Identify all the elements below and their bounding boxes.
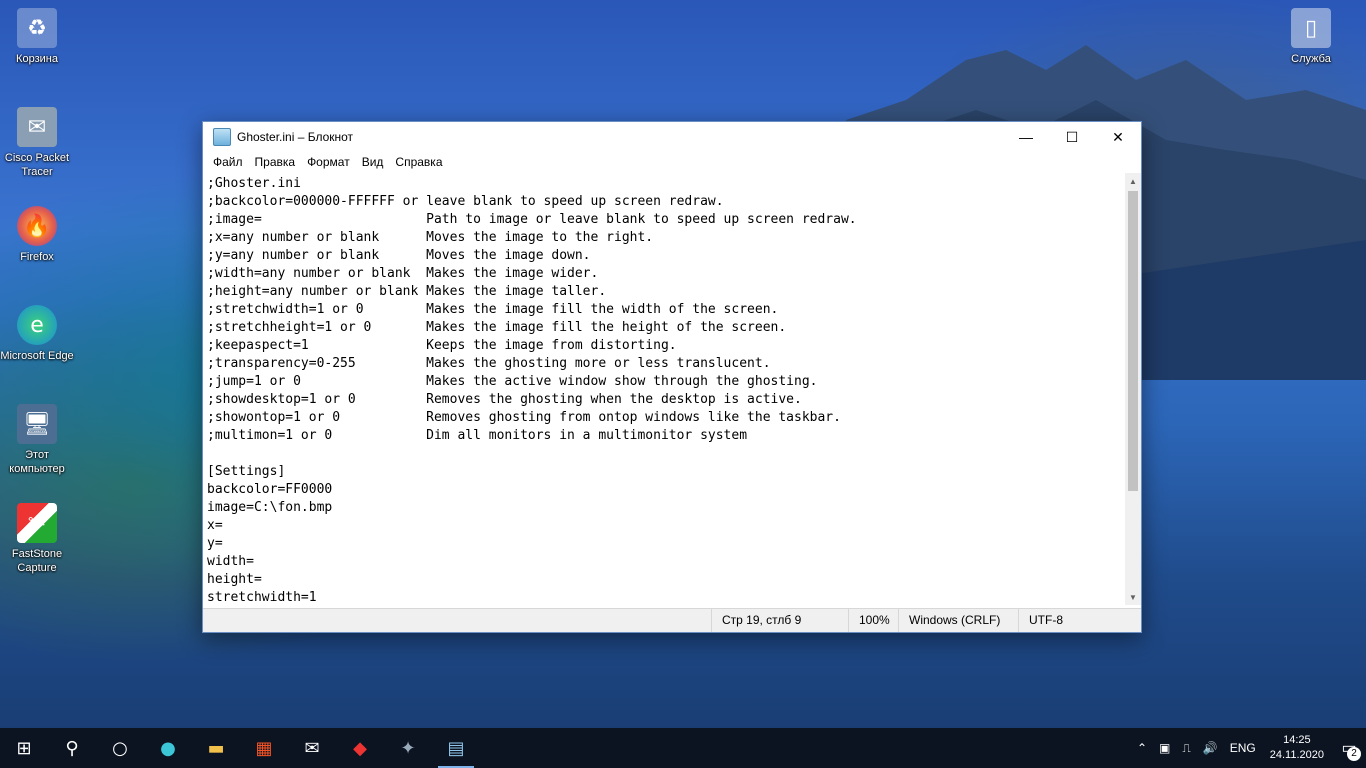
menu-help[interactable]: Справка — [389, 155, 448, 169]
firefox-icon: 🔥 — [17, 206, 57, 246]
vertical-scrollbar[interactable]: ▲ ▼ — [1125, 173, 1141, 605]
volume-icon[interactable]: 🔊 — [1197, 741, 1224, 755]
clock[interactable]: 14:25 24.11.2020 — [1262, 733, 1332, 763]
scroll-thumb[interactable] — [1128, 191, 1138, 491]
packet-tracer-icon: ✦ — [400, 737, 416, 759]
faststone-capture-icon: ✂ — [17, 503, 57, 543]
recycle-bin-icon: ♻ — [17, 8, 57, 48]
window-title: Ghoster.ini – Блокнот — [237, 130, 354, 144]
language-indicator[interactable]: ENG — [1224, 741, 1262, 755]
text-editor[interactable]: ;Ghoster.ini ;backcolor=000000-FFFFFF or… — [203, 173, 1125, 605]
taskbar-notepad[interactable]: ▤ — [432, 728, 480, 768]
network-adapter-icon[interactable]: ▣ — [1153, 741, 1176, 755]
menu-edit[interactable]: Правка — [249, 155, 302, 169]
desktop-icon-firefox[interactable]: 🔥 Firefox — [0, 206, 74, 264]
desktop-icon-label: Корзина — [16, 53, 58, 65]
notepad-window: Ghoster.ini – Блокнот — ☐ ✕ Файл Правка … — [202, 121, 1142, 633]
menu-bar: Файл Правка Формат Вид Справка — [203, 152, 1141, 172]
maximize-button[interactable]: ☐ — [1049, 122, 1095, 152]
notepad-icon: ▤ — [447, 737, 465, 759]
faststone-icon: ◆ — [353, 737, 367, 759]
system-tray: ⌃ ▣ ⎍ 🔊 ENG 14:25 24.11.2020 ▭ 2 — [1131, 728, 1366, 768]
editor-content[interactable]: ;Ghoster.ini ;backcolor=000000-FFFFFF or… — [203, 173, 1125, 605]
status-cursor-position: Стр 19, стлб 9 — [711, 609, 801, 632]
edge-icon: e — [17, 305, 57, 345]
start-icon: ⊞ — [16, 737, 32, 759]
close-button[interactable]: ✕ — [1095, 122, 1141, 152]
status-encoding: UTF-8 — [1018, 609, 1063, 632]
desktop-icon-label: Этот компьютер — [9, 449, 65, 475]
status-bar: Стр 19, стлб 9 100% Windows (CRLF) UTF-8 — [203, 608, 1141, 632]
taskbar-mail[interactable]: ✉ — [288, 728, 336, 768]
desktop-icon-label: FastStone Capture — [11, 548, 63, 574]
scroll-down-icon[interactable]: ▼ — [1125, 589, 1141, 605]
clock-date: 24.11.2020 — [1269, 749, 1324, 761]
edge-icon: ● — [160, 737, 176, 759]
notepad-icon — [213, 128, 231, 146]
chevron-up-icon[interactable]: ⌃ — [1131, 741, 1153, 755]
scroll-up-icon[interactable]: ▲ — [1125, 173, 1141, 189]
title-bar[interactable]: Ghoster.ini – Блокнот — ☐ ✕ — [203, 122, 1141, 152]
this-pc-icon: 🖥 — [17, 404, 57, 444]
taskbar-file-explorer[interactable]: ▬ — [192, 728, 240, 768]
notification-center-button[interactable]: ▭ 2 — [1332, 728, 1366, 768]
window-controls: — ☐ ✕ — [1003, 122, 1141, 152]
menu-format[interactable]: Формат — [301, 155, 356, 169]
desktop-icon-label: Microsoft Edge — [0, 350, 74, 362]
start-button[interactable]: ⊞ — [0, 728, 48, 768]
cisco-packet-tracer-icon: ✉ — [17, 107, 57, 147]
taskbar: ⊞ ⚲ ○ ● ▬ ▦ ✉ ◆ ✦ ▤ ⌃ ▣ ⎍ 🔊 ENG 14:25 24… — [0, 728, 1366, 768]
desktop-icon-service[interactable]: ▯ Служба — [1274, 8, 1348, 66]
desktop-icon-recycle-bin[interactable]: ♻ Корзина — [0, 8, 74, 66]
taskbar-store[interactable]: ▦ — [240, 728, 288, 768]
menu-view[interactable]: Вид — [356, 155, 390, 169]
menu-file[interactable]: Файл — [207, 155, 249, 169]
notification-badge: 2 — [1347, 747, 1361, 761]
store-icon: ▦ — [255, 737, 273, 759]
mail-icon: ✉ — [304, 737, 320, 759]
file-explorer-icon: ▬ — [207, 737, 225, 759]
status-zoom: 100% — [848, 609, 890, 632]
desktop-icon-faststone-capture[interactable]: ✂ FastStone Capture — [0, 503, 74, 575]
task-view-icon: ○ — [112, 737, 128, 759]
desktop-icon-cisco-packet-tracer[interactable]: ✉ Cisco Packet Tracer — [0, 107, 74, 179]
taskbar-packet-tracer[interactable]: ✦ — [384, 728, 432, 768]
minimize-button[interactable]: — — [1003, 122, 1049, 152]
search-icon: ⚲ — [65, 737, 79, 759]
desktop-icon-this-pc[interactable]: 🖥 Этот компьютер — [0, 404, 74, 476]
desktop-icon-microsoft-edge[interactable]: e Microsoft Edge — [0, 305, 74, 363]
status-line-ending: Windows (CRLF) — [898, 609, 1000, 632]
desktop-icon-label: Служба — [1291, 53, 1331, 65]
taskbar-faststone[interactable]: ◆ — [336, 728, 384, 768]
search-button[interactable]: ⚲ — [48, 728, 96, 768]
clock-time: 14:25 — [1283, 734, 1311, 746]
taskbar-edge[interactable]: ● — [144, 728, 192, 768]
task-view-button[interactable]: ○ — [96, 728, 144, 768]
network-icon[interactable]: ⎍ — [1176, 741, 1196, 756]
desktop-icon-label: Firefox — [20, 251, 54, 263]
desktop-icon-label: Cisco Packet Tracer — [4, 152, 70, 178]
service-folder-icon: ▯ — [1291, 8, 1331, 48]
